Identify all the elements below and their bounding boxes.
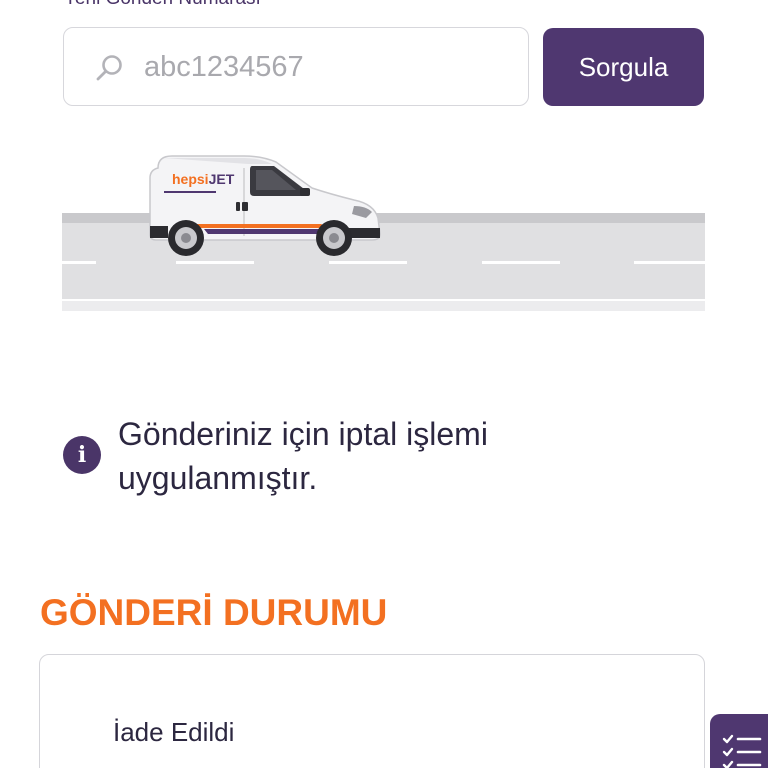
tracking-number-input[interactable] (144, 46, 514, 88)
delivery-van-illustration: hepsiJET (149, 155, 381, 256)
van-logo-jet: JET (209, 171, 235, 187)
status-card: İade Edildi (39, 654, 705, 768)
van-logo-hepsi: hepsi (172, 171, 209, 187)
notice-message: Gönderiniz için iptal işlemi uygulanmışt… (118, 416, 488, 496)
checklist-button[interactable] (710, 714, 768, 768)
status-value: İade Edildi (113, 717, 235, 747)
search-box[interactable] (63, 27, 529, 106)
tracking-number-label: Yeni Gönderi Numarası (64, 0, 261, 10)
checklist-icon (722, 734, 762, 768)
svg-text:hepsiJET: hepsiJET (172, 171, 235, 187)
query-button[interactable]: Sorgula (543, 28, 704, 106)
info-icon: i (63, 436, 101, 474)
shipment-status-title: GÖNDERİ DURUMU (40, 592, 388, 633)
page: Yeni Gönderi Numarası Sorgula (0, 0, 768, 768)
search-icon (96, 55, 122, 81)
